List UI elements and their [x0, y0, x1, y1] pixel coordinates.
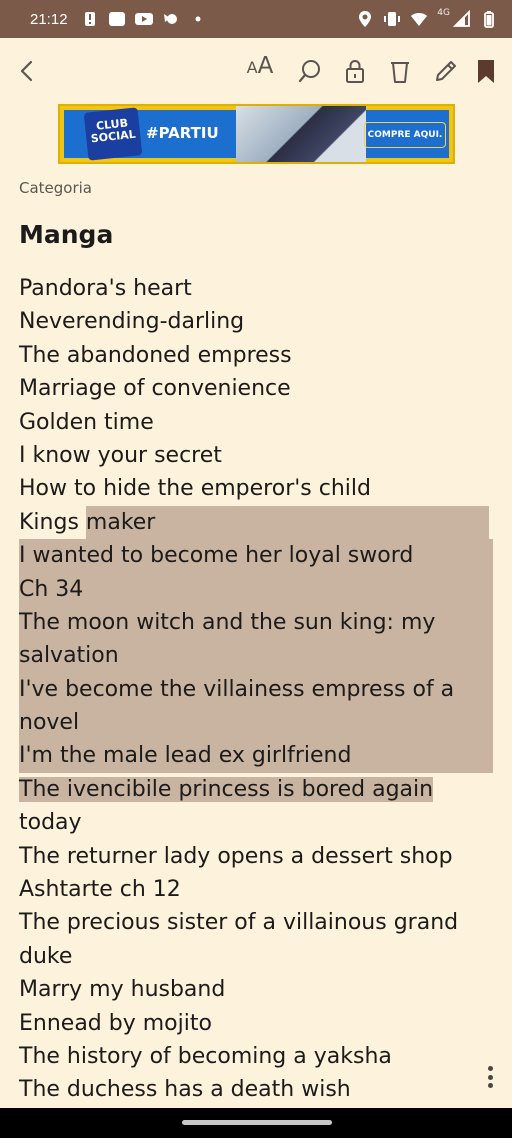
note-line: The duchess has a death wish: [19, 1073, 493, 1106]
ad-cta-button[interactable]: COMPRE AQUI.: [364, 122, 446, 148]
note-line: How to hide the emperor's child: [19, 472, 493, 505]
note-line: Golden time: [19, 406, 493, 439]
note-line: The ivencibile princess is bored again: [19, 773, 493, 806]
ad-banner[interactable]: CLUB SOCIAL #PARTIU COMPRE AQUI.: [58, 104, 455, 164]
note-line: Marry my husband: [19, 973, 493, 1006]
more-dot: [487, 1074, 493, 1080]
note-line-text: salvation: [19, 643, 119, 669]
lock-button[interactable]: [337, 53, 373, 89]
note-line: Ennead by mojito: [19, 1007, 493, 1040]
note-line: I'm the male lead ex girlfriend: [19, 739, 493, 773]
note-line-plain-part: Kings: [19, 509, 86, 535]
note-line: The moon witch and the sun king: my: [19, 605, 493, 640]
note-toolbar: AA: [0, 38, 512, 104]
text-size-big-glyph: A: [257, 53, 274, 79]
app-icon: [108, 10, 126, 28]
note-line: I know your secret: [19, 439, 493, 472]
note-line: The precious sister of a villainous gran…: [19, 906, 493, 939]
text-size-small-glyph: A: [246, 58, 258, 77]
note-line-text: Marriage of convenience: [19, 376, 291, 402]
note-line: The abandoned empress: [19, 339, 493, 372]
note-line: Marriage of convenience: [19, 372, 493, 405]
note-line-text: The returner lady opens a dessert shop: [19, 843, 453, 869]
note-line-selected-part: maker: [85, 505, 489, 540]
note-line-text: Ashtarte ch 12: [19, 877, 181, 903]
note-line-text: I wanted to become her loyal sword: [19, 543, 414, 569]
location-icon: [356, 10, 374, 28]
alert-icon: [81, 10, 99, 28]
note-line-text: The ivencibile princess is bored again: [19, 776, 434, 802]
note-line-text: duke: [19, 943, 73, 969]
home-handle[interactable]: [182, 1120, 332, 1125]
category-label[interactable]: Categoria: [19, 179, 92, 197]
lock-icon: [346, 59, 364, 83]
note-line: I've become the villainess empress of a: [19, 672, 493, 707]
status-time: 21:12: [30, 10, 68, 28]
trash-icon: [391, 62, 409, 83]
note-line-text: How to hide the emperor's child: [19, 476, 371, 502]
note-line: duke: [19, 940, 493, 973]
system-nav-bar: [0, 1108, 512, 1138]
ad-photo: [236, 106, 366, 162]
vibrate-icon: [383, 10, 401, 28]
note-line-text: Pandora's heart: [19, 276, 192, 301]
note-line: The returner lady opens a dessert shop: [19, 840, 493, 873]
more-dot: [487, 1066, 493, 1071]
back-button[interactable]: [10, 53, 46, 89]
note-line-text: I've become the villainess empress of a: [19, 676, 455, 702]
note-line-text: The abandoned empress: [19, 342, 292, 368]
more-options-button[interactable]: [478, 1064, 502, 1090]
note-line: Kings maker: [19, 505, 493, 540]
bookmark-icon: [478, 60, 494, 83]
text-size-button[interactable]: AA: [242, 53, 278, 89]
back-icon: [20, 60, 33, 82]
note-line: I wanted to become her loyal sword: [19, 539, 493, 573]
note-line-text: novel: [19, 710, 80, 736]
note-line-text: Ch 34: [19, 576, 84, 602]
status-bar: 21:12 4G: [0, 0, 512, 38]
ad-logo: CLUB SOCIAL: [83, 107, 143, 161]
ad-hashtag: #PARTIU: [146, 124, 219, 142]
note-line-text: I'm the male lead ex girlfriend: [19, 743, 352, 769]
note-line: salvation: [19, 639, 493, 673]
dot-icon: [189, 10, 207, 28]
note-line-text: Golden time: [19, 409, 154, 435]
signal-icon: [453, 10, 471, 28]
note-line-text: I know your secret: [19, 442, 222, 468]
note-line-text: The moon witch and the sun king: my: [19, 609, 436, 635]
delete-button[interactable]: [382, 53, 418, 89]
note-line-text: Neverending-darling: [19, 309, 245, 335]
bookmark-button[interactable]: [468, 53, 504, 89]
edit-icon: [436, 61, 456, 81]
note-line: Ch 34: [19, 572, 493, 606]
note-line-text: The duchess has a death wish: [19, 1077, 351, 1103]
note-title[interactable]: Manga: [19, 220, 113, 249]
edit-button[interactable]: [428, 53, 464, 89]
note-line: today: [19, 806, 493, 839]
note-line: Ashtarte ch 12: [19, 873, 493, 906]
more-dot: [487, 1083, 493, 1088]
note-line: The history of becoming a yaksha: [19, 1040, 493, 1073]
battery-icon: [480, 10, 498, 28]
note-line: Pandora's heart: [19, 272, 493, 305]
note-line-text: Marry my husband: [19, 977, 226, 1003]
search-icon: [298, 60, 320, 83]
note-line: Neverending-darling: [19, 305, 493, 338]
note-line: novel: [19, 706, 493, 740]
network-type: 4G: [437, 8, 450, 18]
note-line-text: The history of becoming a yaksha: [19, 1043, 392, 1069]
note-body[interactable]: Pandora's heart Neverending-darling The ab…: [19, 272, 493, 1107]
search-button[interactable]: [292, 53, 328, 89]
note-line-text: The precious sister of a villainous gran…: [19, 910, 459, 936]
note-line-text: today: [19, 810, 82, 836]
note-line-text: Ennead by mojito: [19, 1010, 212, 1036]
wifi-icon: [410, 10, 428, 28]
bird-icon: [162, 10, 180, 28]
youtube-icon: [134, 10, 153, 28]
